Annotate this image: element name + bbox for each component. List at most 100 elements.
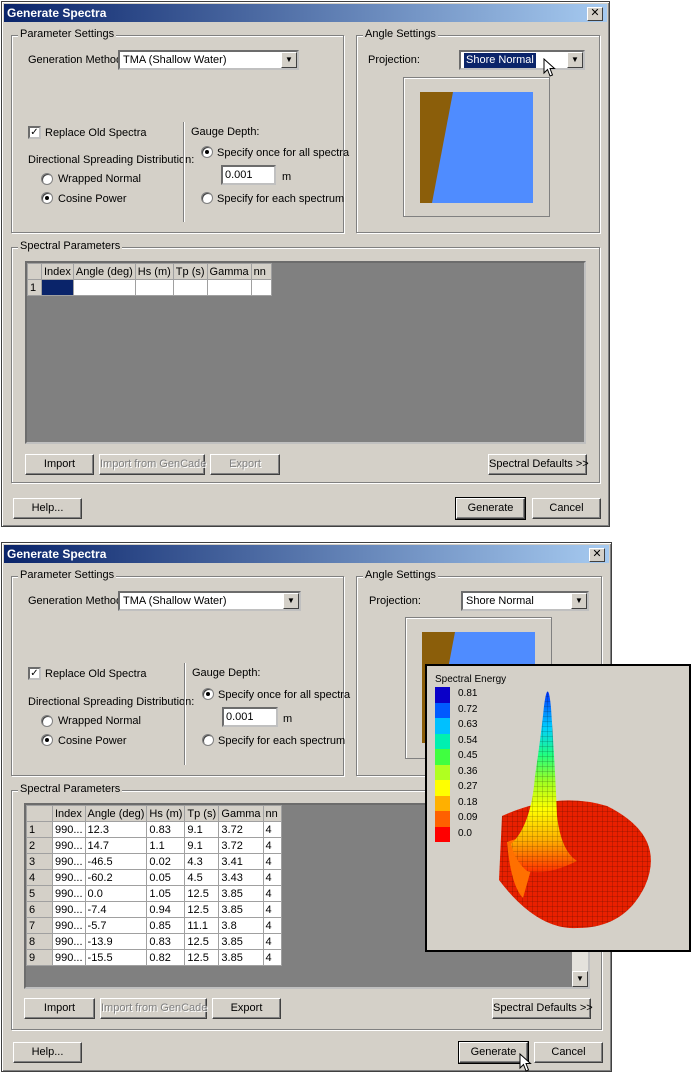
table-row[interactable]: 6 990... -7.4 0.94 12.5 3.85 4 bbox=[26, 901, 282, 918]
table-cell[interactable]: 3.85 bbox=[218, 933, 264, 950]
import-from-gencade-button[interactable]: Import from GenCade bbox=[99, 454, 206, 475]
table-cell[interactable]: 0.85 bbox=[146, 917, 186, 934]
generate-button[interactable]: Generate bbox=[455, 497, 526, 520]
table-cell[interactable]: 4 bbox=[262, 837, 282, 854]
replace-old-spectra-checkbox[interactable]: ✓ bbox=[28, 126, 41, 139]
column-header[interactable]: Tp (s) bbox=[172, 263, 208, 280]
table-cell[interactable]: 3.72 bbox=[218, 837, 264, 854]
specify-once-radio[interactable] bbox=[202, 688, 214, 700]
import-from-gencade-button[interactable]: Import from GenCade bbox=[100, 998, 207, 1019]
table-cell[interactable]: 4 bbox=[262, 885, 282, 902]
table-cell[interactable]: 3.41 bbox=[218, 853, 264, 870]
generation-method-dropdown[interactable]: TMA (Shallow Water) ▼ bbox=[118, 50, 299, 70]
wrapped-normal-radio[interactable] bbox=[41, 173, 53, 185]
column-header[interactable]: Hs (m) bbox=[134, 263, 174, 280]
generate-button[interactable]: Generate bbox=[458, 1041, 529, 1064]
table-cell[interactable]: -7.4 bbox=[84, 901, 148, 918]
table-cell[interactable]: 3.85 bbox=[218, 949, 264, 966]
table-cell[interactable]: 3.72 bbox=[218, 821, 264, 838]
close-icon[interactable]: ✕ bbox=[587, 7, 603, 21]
table-cell[interactable] bbox=[250, 279, 272, 296]
table-cell[interactable] bbox=[172, 279, 208, 296]
table-cell[interactable]: 0.0 bbox=[84, 885, 148, 902]
column-header[interactable]: Gamma bbox=[206, 263, 252, 280]
table-cell[interactable]: 1.05 bbox=[146, 885, 186, 902]
table-cell[interactable]: 4 bbox=[262, 821, 282, 838]
projection-dropdown[interactable]: Shore Normal ▼ bbox=[459, 50, 585, 70]
table-cell[interactable]: 12.3 bbox=[84, 821, 148, 838]
table-cell[interactable]: 990... bbox=[52, 869, 86, 886]
table-cell[interactable] bbox=[206, 279, 252, 296]
close-icon[interactable]: ✕ bbox=[589, 548, 605, 562]
export-button[interactable]: Export bbox=[210, 454, 280, 475]
replace-old-spectra-checkbox[interactable]: ✓ bbox=[28, 667, 41, 680]
column-header[interactable]: nn bbox=[250, 263, 272, 280]
table-row[interactable]: 3 990... -46.5 0.02 4.3 3.41 4 bbox=[26, 853, 282, 870]
table-cell[interactable]: 4 bbox=[262, 853, 282, 870]
generation-method-dropdown[interactable]: TMA (Shallow Water) ▼ bbox=[118, 591, 301, 611]
spectral-defaults-button[interactable]: Spectral Defaults >> bbox=[488, 454, 589, 475]
projection-dropdown[interactable]: Shore Normal ▼ bbox=[461, 591, 589, 611]
column-header[interactable]: Angle (deg) bbox=[72, 263, 136, 280]
table-cell[interactable]: -13.9 bbox=[84, 933, 148, 950]
wrapped-normal-radio[interactable] bbox=[41, 715, 53, 727]
table-cell[interactable]: 12.5 bbox=[184, 949, 220, 966]
table-cell[interactable]: -60.2 bbox=[84, 869, 148, 886]
table-cell[interactable]: 3.43 bbox=[218, 869, 264, 886]
table-cell[interactable]: 4.5 bbox=[184, 869, 220, 886]
column-header[interactable]: Index bbox=[41, 263, 74, 280]
table-cell[interactable]: 4 bbox=[262, 917, 282, 934]
table-row[interactable]: 1 990... 12.3 0.83 9.1 3.72 4 bbox=[26, 821, 282, 838]
table-cell[interactable]: 11.1 bbox=[184, 917, 220, 934]
cosine-power-radio[interactable] bbox=[41, 192, 53, 204]
cosine-power-radio[interactable] bbox=[41, 734, 53, 746]
table-cell[interactable]: 990... bbox=[52, 853, 86, 870]
spectral-defaults-button[interactable]: Spectral Defaults >> bbox=[492, 998, 593, 1019]
column-header[interactable]: Angle (deg) bbox=[84, 805, 148, 822]
table-cell[interactable]: 3.85 bbox=[218, 885, 264, 902]
table-cell[interactable]: 3.8 bbox=[218, 917, 264, 934]
table-cell[interactable]: 14.7 bbox=[84, 837, 148, 854]
table-cell[interactable]: 4 bbox=[262, 933, 282, 950]
dropdown-arrow-icon[interactable]: ▼ bbox=[567, 52, 583, 68]
table-cell[interactable]: 0.83 bbox=[146, 933, 186, 950]
table-cell[interactable]: -46.5 bbox=[84, 853, 148, 870]
table-cell[interactable] bbox=[72, 279, 136, 296]
gauge-depth-input[interactable]: 0.001 bbox=[221, 165, 276, 185]
table-cell[interactable]: 990... bbox=[52, 949, 86, 966]
table-cell[interactable]: -5.7 bbox=[84, 917, 148, 934]
table-cell[interactable]: 4 bbox=[262, 901, 282, 918]
table-cell[interactable]: 4 bbox=[262, 949, 282, 966]
dropdown-arrow-icon[interactable]: ▼ bbox=[571, 593, 587, 609]
column-header[interactable]: Tp (s) bbox=[184, 805, 220, 822]
table-cell[interactable]: 0.82 bbox=[146, 949, 186, 966]
table-cell[interactable]: 990... bbox=[52, 821, 86, 838]
table-cell[interactable]: 9.1 bbox=[184, 837, 220, 854]
specify-once-radio[interactable] bbox=[201, 146, 213, 158]
table-cell[interactable]: 3.85 bbox=[218, 901, 264, 918]
table-cell[interactable]: 990... bbox=[52, 933, 86, 950]
export-button[interactable]: Export bbox=[212, 998, 281, 1019]
dropdown-arrow-icon[interactable]: ▼ bbox=[281, 52, 297, 68]
table-cell[interactable]: 990... bbox=[52, 901, 86, 918]
column-header[interactable]: Index bbox=[52, 805, 86, 822]
table-cell[interactable]: 12.5 bbox=[184, 933, 220, 950]
table-cell[interactable]: 4 bbox=[262, 869, 282, 886]
table-cell[interactable]: 990... bbox=[52, 837, 86, 854]
table-row[interactable]: 4 990... -60.2 0.05 4.5 3.43 4 bbox=[26, 869, 282, 886]
specify-each-radio[interactable] bbox=[202, 734, 214, 746]
import-button[interactable]: Import bbox=[25, 454, 94, 475]
table-row[interactable]: 2 990... 14.7 1.1 9.1 3.72 4 bbox=[26, 837, 282, 854]
table-cell[interactable]: 12.5 bbox=[184, 885, 220, 902]
scroll-down-arrow-icon[interactable]: ▼ bbox=[572, 971, 588, 987]
table-cell[interactable]: 4.3 bbox=[184, 853, 220, 870]
specify-each-radio[interactable] bbox=[201, 192, 213, 204]
table-row[interactable]: 7 990... -5.7 0.85 11.1 3.8 4 bbox=[26, 917, 282, 934]
table-cell[interactable]: 0.02 bbox=[146, 853, 186, 870]
table-cell[interactable] bbox=[41, 279, 74, 296]
cancel-button[interactable]: Cancel bbox=[534, 1042, 603, 1063]
import-button[interactable]: Import bbox=[24, 998, 95, 1019]
table-cell[interactable]: 990... bbox=[52, 885, 86, 902]
column-header[interactable]: Hs (m) bbox=[146, 805, 186, 822]
cancel-button[interactable]: Cancel bbox=[532, 498, 601, 519]
